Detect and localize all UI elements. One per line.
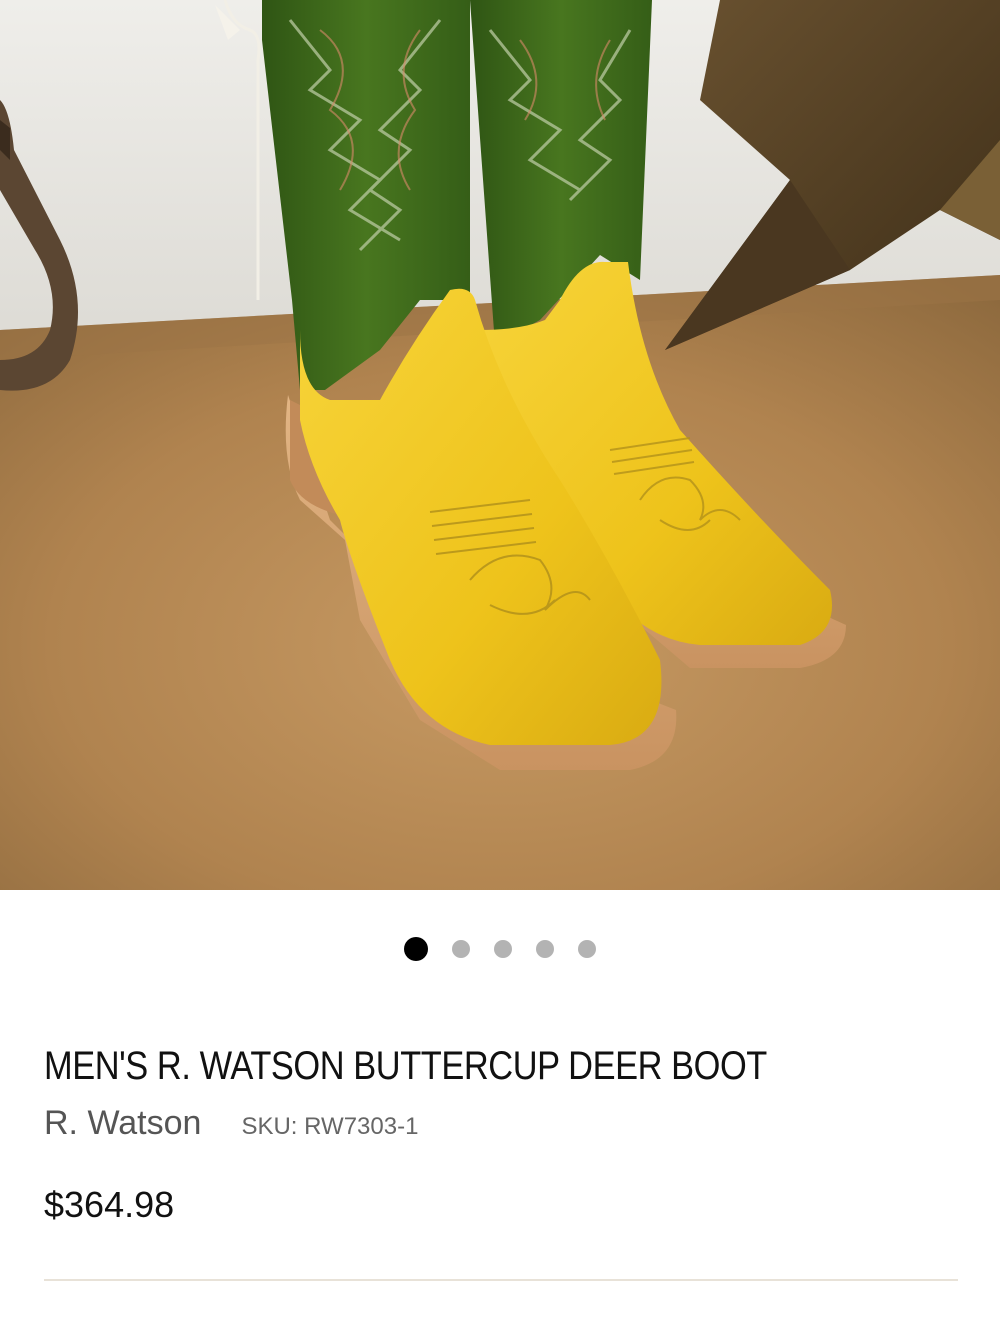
carousel-dot-1[interactable]: [404, 937, 428, 961]
carousel-dot-4[interactable]: [536, 940, 554, 958]
product-meta: R. Watson SKU: RW7303-1: [44, 1104, 418, 1143]
carousel-pagination: [0, 937, 1000, 961]
sku-label: SKU: RW7303-1: [241, 1113, 419, 1140]
product-image[interactable]: [0, 0, 1000, 890]
carousel-dot-2[interactable]: [452, 940, 470, 958]
brand-link[interactable]: R. Watson: [44, 1104, 201, 1143]
divider: [44, 1279, 958, 1281]
carousel-dot-3[interactable]: [494, 940, 512, 958]
carousel-dot-5[interactable]: [578, 940, 596, 958]
product-price: $364.98: [44, 1184, 175, 1225]
boot-photo: [0, 0, 1000, 890]
product-page: MEN'S R. WATSON BUTTERCUP DEER BOOT R. W…: [0, 0, 1000, 1333]
product-title: MEN'S R. WATSON BUTTERCUP DEER BOOT: [44, 1044, 767, 1088]
